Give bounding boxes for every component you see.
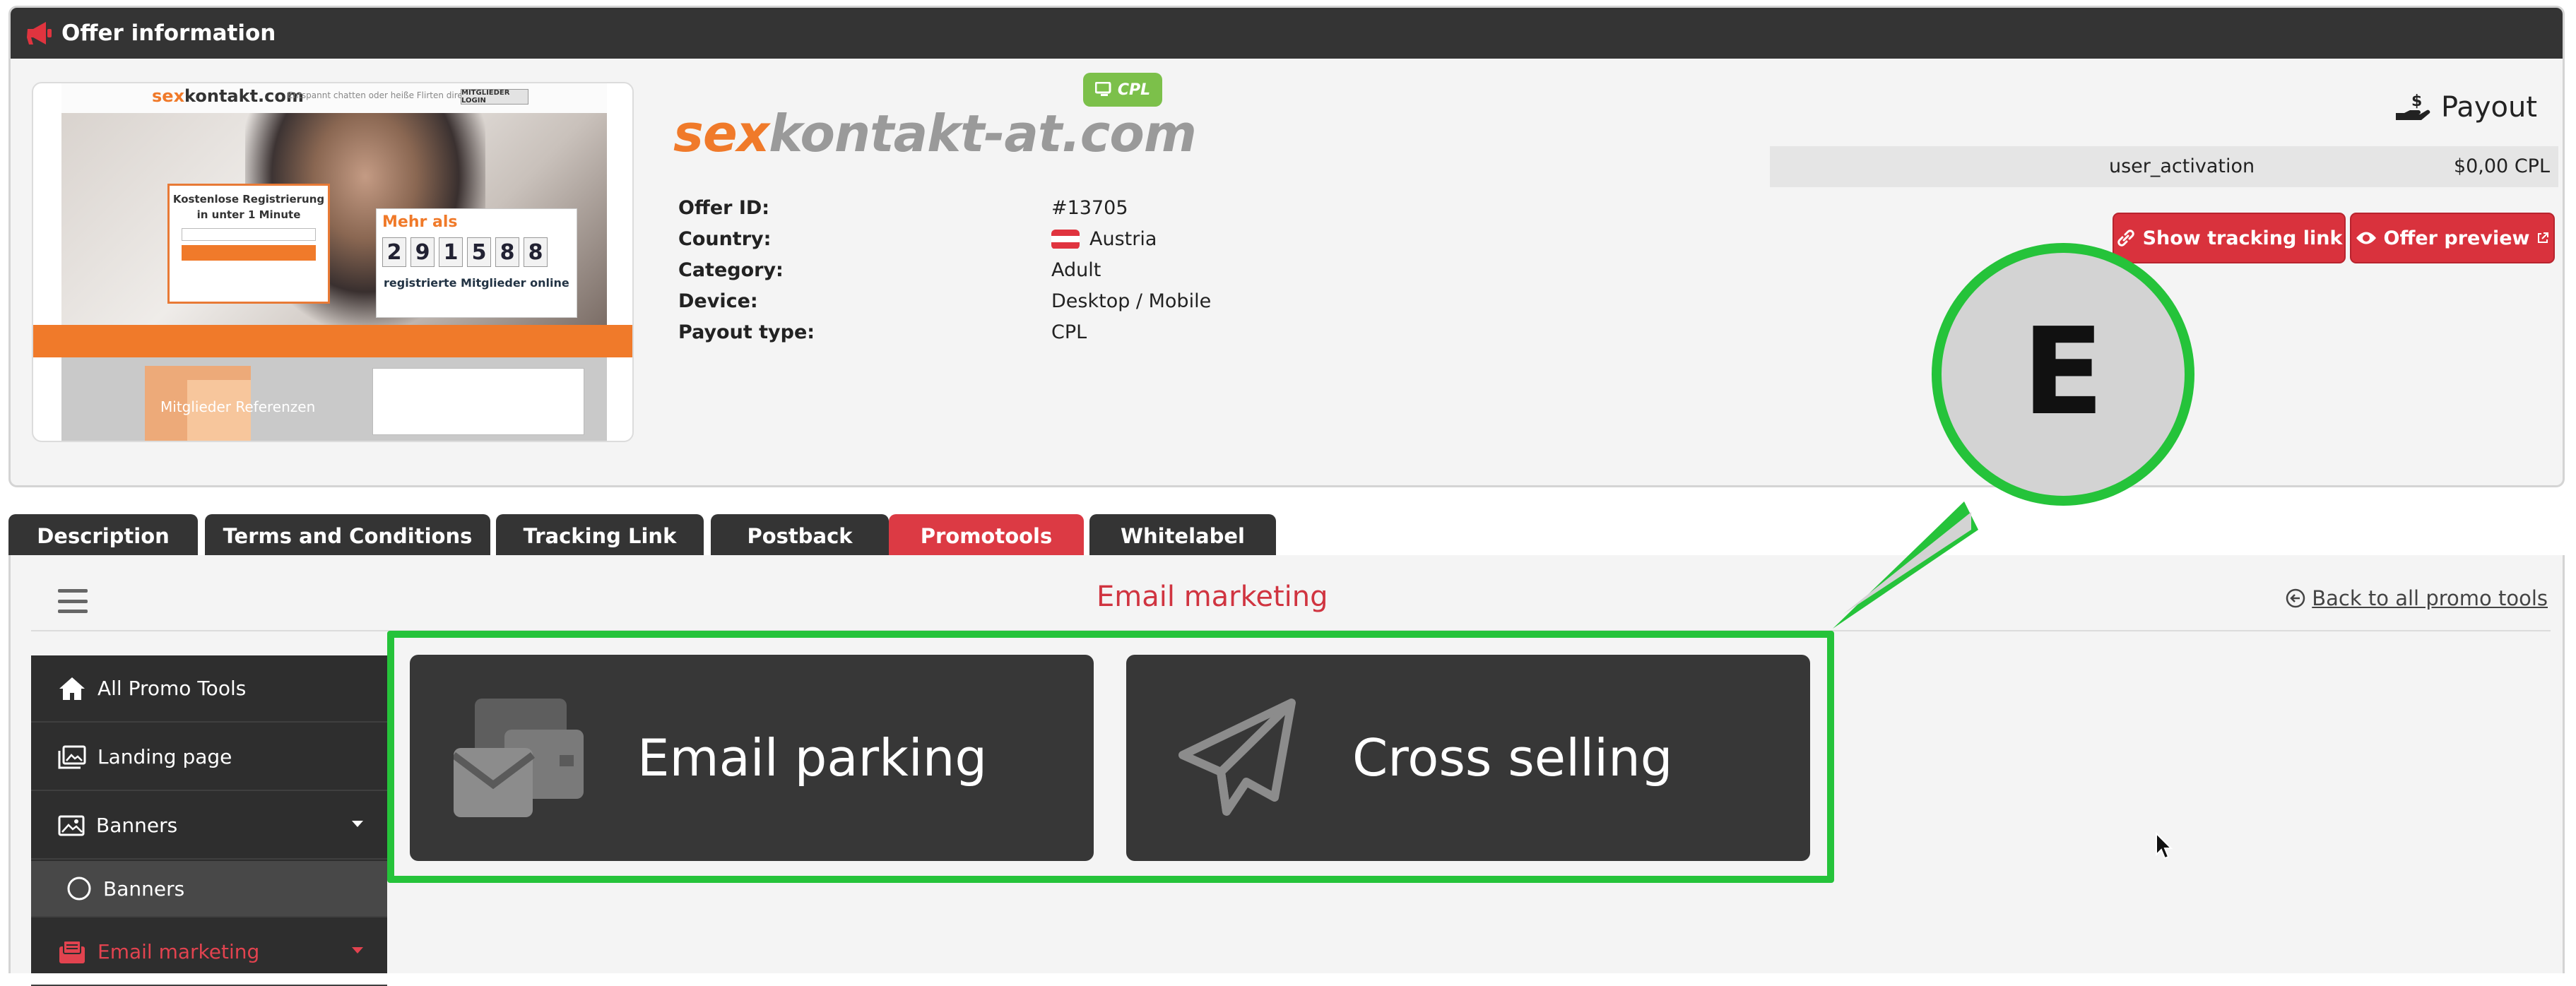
thumbnail-members-ref: Mitglieder Referenzen xyxy=(160,398,316,415)
sidebar-item-landing-page[interactable]: Landing page xyxy=(31,724,387,791)
chevron-down-icon xyxy=(352,821,363,827)
tab-terms-and-conditions[interactable]: Terms and Conditions xyxy=(205,514,490,558)
thumbnail-orange-bar xyxy=(33,325,632,357)
section-title: Email marketing xyxy=(1097,581,1328,613)
counter-digit: 2 xyxy=(382,237,406,267)
thumbnail-landing: sexkontakt.com Entspannt chatten oder he… xyxy=(61,83,607,441)
chevron-down-icon xyxy=(352,947,363,954)
counter-digit: 8 xyxy=(524,237,548,267)
thumbnail-counter: Mehr als 291588 registrierte Mitglieder … xyxy=(376,208,577,318)
offer-info-title: Offer information xyxy=(61,20,276,46)
menu-toggle-icon[interactable] xyxy=(58,589,88,613)
screen-icon xyxy=(1094,82,1111,96)
images-icon xyxy=(58,745,86,768)
callout-letter: E xyxy=(2022,302,2104,442)
highlight-box xyxy=(387,631,1834,883)
counter-digit: 9 xyxy=(410,237,435,267)
mouse-cursor-icon xyxy=(2156,832,2173,860)
promo-sidebar: All Promo Tools Landing page Banners Ban… xyxy=(31,655,387,986)
payout-event: user_activation xyxy=(2109,155,2255,177)
thumbnail-register-box: Kostenlose Registrierung in unter 1 Minu… xyxy=(167,184,330,304)
sidebar-item-email-marketing[interactable]: Email marketing xyxy=(31,919,387,986)
tab-whitelabel[interactable]: Whitelabel xyxy=(1089,514,1276,558)
thumbnail-login: MITGLIEDER LOGIN xyxy=(461,89,528,105)
mail-box-icon xyxy=(59,939,85,963)
image-icon xyxy=(58,815,85,836)
arrow-left-circle-icon xyxy=(2286,588,2305,608)
svg-text:$: $ xyxy=(2411,93,2422,110)
tab-tracking-link[interactable]: Tracking Link xyxy=(496,514,704,558)
callout-bubble: E xyxy=(1833,243,2194,629)
offer-thumbnail[interactable]: sexkontakt.com Entspannt chatten oder he… xyxy=(32,82,634,442)
offer-info-header: Offer information xyxy=(11,8,2563,59)
tab-postback[interactable]: Postback xyxy=(711,514,889,558)
megaphone-icon xyxy=(26,20,53,46)
payout-row: user_activation $0,00 CPL xyxy=(1770,146,2558,187)
sidebar-item-banners[interactable]: Banners xyxy=(31,792,387,860)
tab-description[interactable]: Description xyxy=(8,514,198,558)
sidebar-subitem-banners[interactable]: Banners xyxy=(31,861,387,917)
external-link-icon xyxy=(2538,232,2549,243)
offer-preview-button[interactable]: Offer preview xyxy=(2350,213,2555,263)
tab-promotools[interactable]: Promotools xyxy=(889,514,1084,558)
thumbnail-logo: sexkontakt.com xyxy=(152,86,304,106)
eye-icon xyxy=(2356,232,2376,244)
offer-brand-logo: sexkontakt-at.com xyxy=(673,104,1197,163)
cpl-badge: CPL xyxy=(1083,73,1162,107)
thumbnail-quote xyxy=(372,368,584,435)
thumbnail-topbar: sexkontakt.com Entspannt chatten oder he… xyxy=(61,83,607,113)
hand-dollar-icon: $ xyxy=(2395,93,2430,120)
home-icon xyxy=(59,677,85,700)
counter-digit: 5 xyxy=(467,237,491,267)
payout-heading: $ Payout xyxy=(2394,91,2537,124)
sidebar-item-all-promo-tools[interactable]: All Promo Tools xyxy=(31,655,387,723)
payout-amount: $0,00 CPL xyxy=(2453,155,2550,177)
counter-digit: 8 xyxy=(495,237,519,267)
austria-flag-icon xyxy=(1051,229,1080,249)
counter-digit: 1 xyxy=(439,237,463,267)
back-to-promo-tools-link[interactable]: Back to all promo tools xyxy=(2285,586,2548,610)
circle-icon xyxy=(67,877,91,901)
thumbnail-photo: Kostenlose Registrierung in unter 1 Minu… xyxy=(61,113,607,325)
